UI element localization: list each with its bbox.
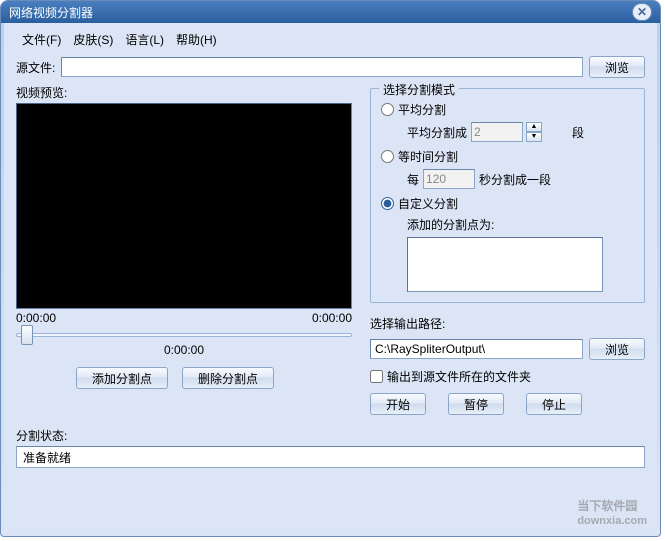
output-label: 选择输出路径: [370,315,645,332]
browse-output-button[interactable]: 浏览 [589,338,645,360]
output-same-folder-checkbox[interactable] [370,370,383,383]
video-preview[interactable] [16,103,352,309]
menubar: 文件(F) 皮肤(S) 语言(L) 帮助(H) [16,27,645,56]
avg-suffix: 段 [572,124,584,141]
slider-thumb[interactable] [21,325,33,345]
seek-slider[interactable] [16,333,352,337]
add-split-point-button[interactable]: 添加分割点 [76,367,168,389]
output-same-folder-row: 输出到源文件所在的文件夹 [370,368,645,385]
radio-time-row: 等时间分割 [381,148,634,165]
output-path-input[interactable] [370,339,583,359]
avg-sub-row: 平均分割成 ▲ ▼ 段 [407,122,634,142]
app-window: 网络视频分割器 ✕ 文件(F) 皮肤(S) 语言(L) 帮助(H) 源文件: 浏… [0,0,661,537]
avg-spin-down-icon[interactable]: ▼ [526,132,542,142]
time-prefix: 每 [407,171,419,188]
columns: 视频预览: 0:00:00 0:00:00 0:00:00 添加分割点 删除分割… [16,84,645,415]
browse-source-button[interactable]: 浏览 [589,56,645,78]
delete-split-point-button[interactable]: 删除分割点 [182,367,274,389]
split-mode-group: 选择分割模式 平均分割 平均分割成 ▲ ▼ 段 [370,88,645,303]
menu-skin[interactable]: 皮肤(S) [73,31,113,48]
radio-time-split[interactable] [381,150,394,163]
radio-custom-label: 自定义分割 [398,195,458,212]
status-area: 分割状态: 准备就绪 [16,427,645,468]
avg-spin-up-icon[interactable]: ▲ [526,122,542,132]
watermark: 当下软件园 downxia.com [577,497,647,527]
watermark-text: 当下软件园 [577,499,637,513]
menu-language[interactable]: 语言(L) [125,31,164,48]
output-same-folder-label: 输出到源文件所在的文件夹 [387,368,531,385]
time-seconds-input[interactable] [423,169,475,189]
radio-avg-row: 平均分割 [381,101,634,118]
stop-button[interactable]: 停止 [526,393,582,415]
split-point-buttons: 添加分割点 删除分割点 [76,367,352,389]
status-text: 准备就绪 [23,449,71,466]
time-end: 0:00:00 [312,311,352,325]
time-suffix: 秒分割成一段 [479,171,551,188]
menu-file[interactable]: 文件(F) [22,31,61,48]
start-button[interactable]: 开始 [370,393,426,415]
watermark-url: downxia.com [577,515,647,527]
source-row: 源文件: 浏览 [16,56,645,78]
close-button[interactable]: ✕ [632,3,652,21]
slider-track[interactable] [16,333,352,337]
status-label: 分割状态: [16,429,67,443]
split-points-list[interactable] [407,237,603,292]
status-box: 准备就绪 [16,446,645,468]
radio-average-label: 平均分割 [398,101,446,118]
time-start: 0:00:00 [16,311,56,325]
split-mode-legend: 选择分割模式 [379,81,459,98]
pause-button[interactable]: 暂停 [448,393,504,415]
titlebar[interactable]: 网络视频分割器 ✕ [1,1,660,23]
custom-sub-label: 添加的分割点为: [407,216,634,233]
radio-custom-row: 自定义分割 [381,195,634,212]
preview-label: 视频预览: [16,84,352,101]
source-input[interactable] [61,57,583,77]
window-title: 网络视频分割器 [9,4,632,21]
control-buttons: 开始 暂停 停止 [370,393,645,415]
radio-custom-split[interactable] [381,197,394,210]
avg-segments-input[interactable] [471,122,523,142]
right-column: 选择分割模式 平均分割 平均分割成 ▲ ▼ 段 [370,84,645,415]
time-position: 0:00:00 [16,343,352,357]
close-icon: ✕ [637,5,647,19]
left-column: 视频预览: 0:00:00 0:00:00 0:00:00 添加分割点 删除分割… [16,84,352,415]
avg-spinner: ▲ ▼ [526,122,542,142]
time-sub-row: 每 秒分割成一段 [407,169,634,189]
menu-help[interactable]: 帮助(H) [176,31,217,48]
output-row: 浏览 [370,338,645,360]
radio-average-split[interactable] [381,103,394,116]
client-area: 文件(F) 皮肤(S) 语言(L) 帮助(H) 源文件: 浏览 视频预览: 0:… [4,23,657,533]
avg-prefix: 平均分割成 [407,124,467,141]
source-label: 源文件: [16,59,55,76]
radio-time-label: 等时间分割 [398,148,458,165]
time-row: 0:00:00 0:00:00 [16,311,352,325]
